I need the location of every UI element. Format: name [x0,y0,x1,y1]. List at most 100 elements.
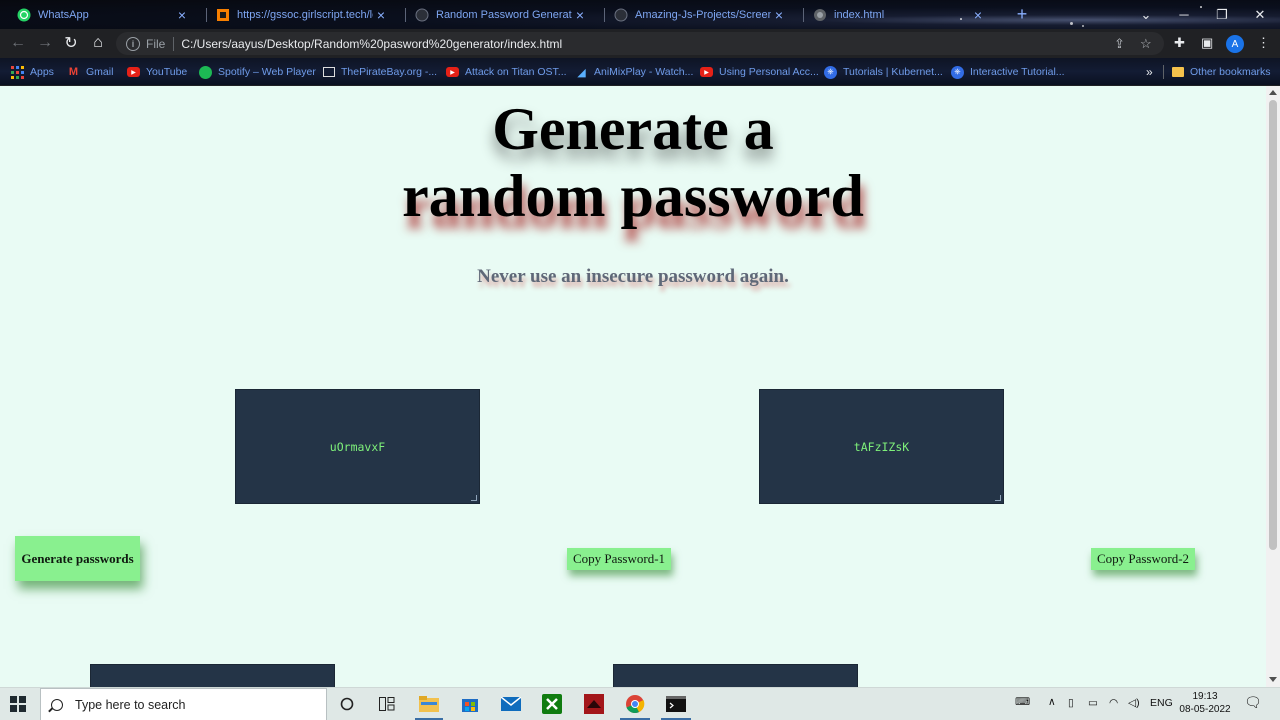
animixplay-icon: ◢ [577,66,586,79]
password-3-field[interactable] [90,664,335,687]
close-tab-icon[interactable]: × [771,7,787,23]
close-tab-icon[interactable]: × [373,7,389,23]
bookmark-animixplay[interactable]: ◢ AniMixPlay - Watch... [575,64,693,80]
vertical-scrollbar[interactable] [1266,86,1280,687]
language-indicator[interactable]: ENG [1150,697,1173,709]
whatsapp-icon [16,7,32,23]
bookmark-label: Attack on Titan OST... [465,66,567,78]
windows-start-icon[interactable] [10,696,26,712]
tab-index-html[interactable]: index.html × [796,0,994,29]
extensions-puzzle-icon[interactable]: ✚ [1174,35,1185,51]
volume-icon[interactable]: ◁) [1128,697,1140,709]
tab-whatsapp[interactable]: WhatsApp × [0,0,198,29]
gssoc-icon [215,7,231,23]
file-explorer-icon[interactable] [419,694,439,714]
reload-icon[interactable]: ↻ [59,31,83,55]
bookmark-using-personal[interactable]: ▶ Using Personal Acc... [700,64,819,80]
resize-handle-icon[interactable] [995,495,1001,501]
bookmark-spotify[interactable]: Spotify – Web Player [199,64,316,80]
home-icon[interactable]: ⌂ [86,31,110,55]
cortana-icon[interactable] [337,694,357,714]
bookmark-label: Other bookmarks [1190,66,1271,78]
tab-amazing-js-projects[interactable]: Amazing-Js-Projects/Screen disc × [597,0,795,29]
close-tab-icon[interactable]: × [970,7,986,23]
close-window-icon[interactable]: ✕ [1241,0,1279,29]
task-view-icon[interactable] [377,694,397,714]
tab-label: https://gssoc.girlscript.tech/leade [237,8,373,21]
copy-password-1-button[interactable]: Copy Password-1 [567,548,671,570]
tab-gssoc[interactable]: https://gssoc.girlscript.tech/leade × [199,0,397,29]
bookmark-label: Apps [30,66,54,78]
github-icon [414,7,430,23]
forward-arrow-icon[interactable]: → [33,31,57,55]
device-icon[interactable]: ▯ [1068,697,1074,709]
password-4-field[interactable] [613,664,858,687]
system-clock[interactable]: 19:13 08-05-2022 [1175,690,1235,716]
bookmark-gmail[interactable]: M Gmail [67,64,114,80]
bookmark-interactive-tutorial[interactable]: ⎈ Interactive Tutorial... [951,64,1065,80]
address-bar[interactable]: i File C:/Users/aayus/Desktop/Random%20p… [116,32,1164,55]
microsoft-store-icon[interactable] [460,694,480,714]
bookmark-kubernetes-tutorials[interactable]: ⎈ Tutorials | Kubernet... [824,64,943,80]
kebab-menu-icon[interactable]: ⋮ [1257,35,1270,51]
password-1-field[interactable]: uOrmavxF [235,389,480,504]
resize-handle-icon[interactable] [471,495,477,501]
bookmark-piratebay[interactable]: ThePirateBay.org -... [323,64,437,80]
close-tab-icon[interactable]: × [174,7,190,23]
clock-date: 08-05-2022 [1179,704,1231,715]
terminal-icon[interactable] [666,694,686,714]
minimize-icon[interactable]: ─ [1165,0,1203,29]
page-title: Generate a random password [0,96,1266,230]
bookmark-apps[interactable]: Apps [11,64,54,80]
scroll-down-arrow-icon[interactable] [1269,677,1277,682]
taskbar-search-box[interactable]: Type here to search [40,688,327,720]
chrome-icon[interactable] [625,694,645,714]
password-2-value[interactable]: tAFzIZsK [854,440,909,454]
bookmark-other-bookmarks[interactable]: Other bookmarks [1172,64,1271,80]
globe-icon [812,7,828,23]
battery-icon[interactable]: ▭ [1088,697,1098,709]
page-viewport: Generate a random password Never use an … [0,86,1266,687]
mail-icon[interactable] [501,694,521,714]
copy-password-2-button[interactable]: Copy Password-2 [1091,548,1195,570]
kubernetes-icon: ⎈ [824,65,837,79]
info-icon[interactable]: i [126,36,140,51]
bookmark-youtube[interactable]: ▶ YouTube [127,64,187,80]
game-app-icon[interactable] [584,694,604,714]
keyboard-icon[interactable]: ⌨ [1015,696,1030,708]
password-1-value[interactable]: uOrmavxF [330,440,385,454]
bookmarks-bar: Apps M Gmail ▶ YouTube Spotify – Web Pla… [0,58,1280,85]
generate-passwords-button[interactable]: Generate passwords [15,536,140,581]
youtube-icon: ▶ [700,67,713,77]
tab-strip: WhatsApp × https://gssoc.girlscript.tech… [0,0,1280,29]
bookmarks-overflow-chevron-icon[interactable]: » [1146,64,1153,80]
tab-label: WhatsApp [38,8,89,21]
password-2-field[interactable]: tAFzIZsK [759,389,1004,504]
notifications-icon[interactable]: 🗨 [1244,694,1262,711]
bookmark-star-icon[interactable]: ☆ [1140,36,1152,52]
bookmark-label: AniMixPlay - Watch... [594,66,694,78]
tab-label: Random Password Generator - Js [436,8,572,21]
url-text[interactable]: C:/Users/aayus/Desktop/Random%20pasword%… [181,37,562,51]
kubernetes-icon: ⎈ [951,65,964,79]
close-tab-icon[interactable]: × [572,7,588,23]
apps-grid-icon [11,65,24,79]
new-tab-button[interactable]: + [1013,4,1031,24]
profile-avatar[interactable]: A [1226,35,1244,53]
divider [1163,65,1164,79]
bookmark-label: Interactive Tutorial... [970,66,1065,78]
xbox-icon[interactable] [542,694,562,714]
scroll-up-arrow-icon[interactable] [1269,90,1277,95]
back-arrow-icon[interactable]: ← [6,31,30,55]
chevron-up-icon[interactable]: ∧ [1048,696,1056,708]
side-panel-icon[interactable]: ▣ [1201,35,1213,51]
share-icon[interactable]: ⇪ [1114,36,1125,52]
tab-search-chevron-down-icon[interactable]: ⌄ [1127,0,1165,29]
youtube-icon: ▶ [446,67,459,77]
scrollbar-thumb[interactable] [1269,100,1277,550]
wifi-icon[interactable]: ◠ [1109,697,1118,709]
bookmark-attack-on-titan[interactable]: ▶ Attack on Titan OST... [446,64,567,80]
bookmark-label: ThePirateBay.org -... [341,66,438,78]
tab-random-password-generator[interactable]: Random Password Generator - Js × [398,0,596,29]
restore-icon[interactable]: ❐ [1203,0,1241,29]
